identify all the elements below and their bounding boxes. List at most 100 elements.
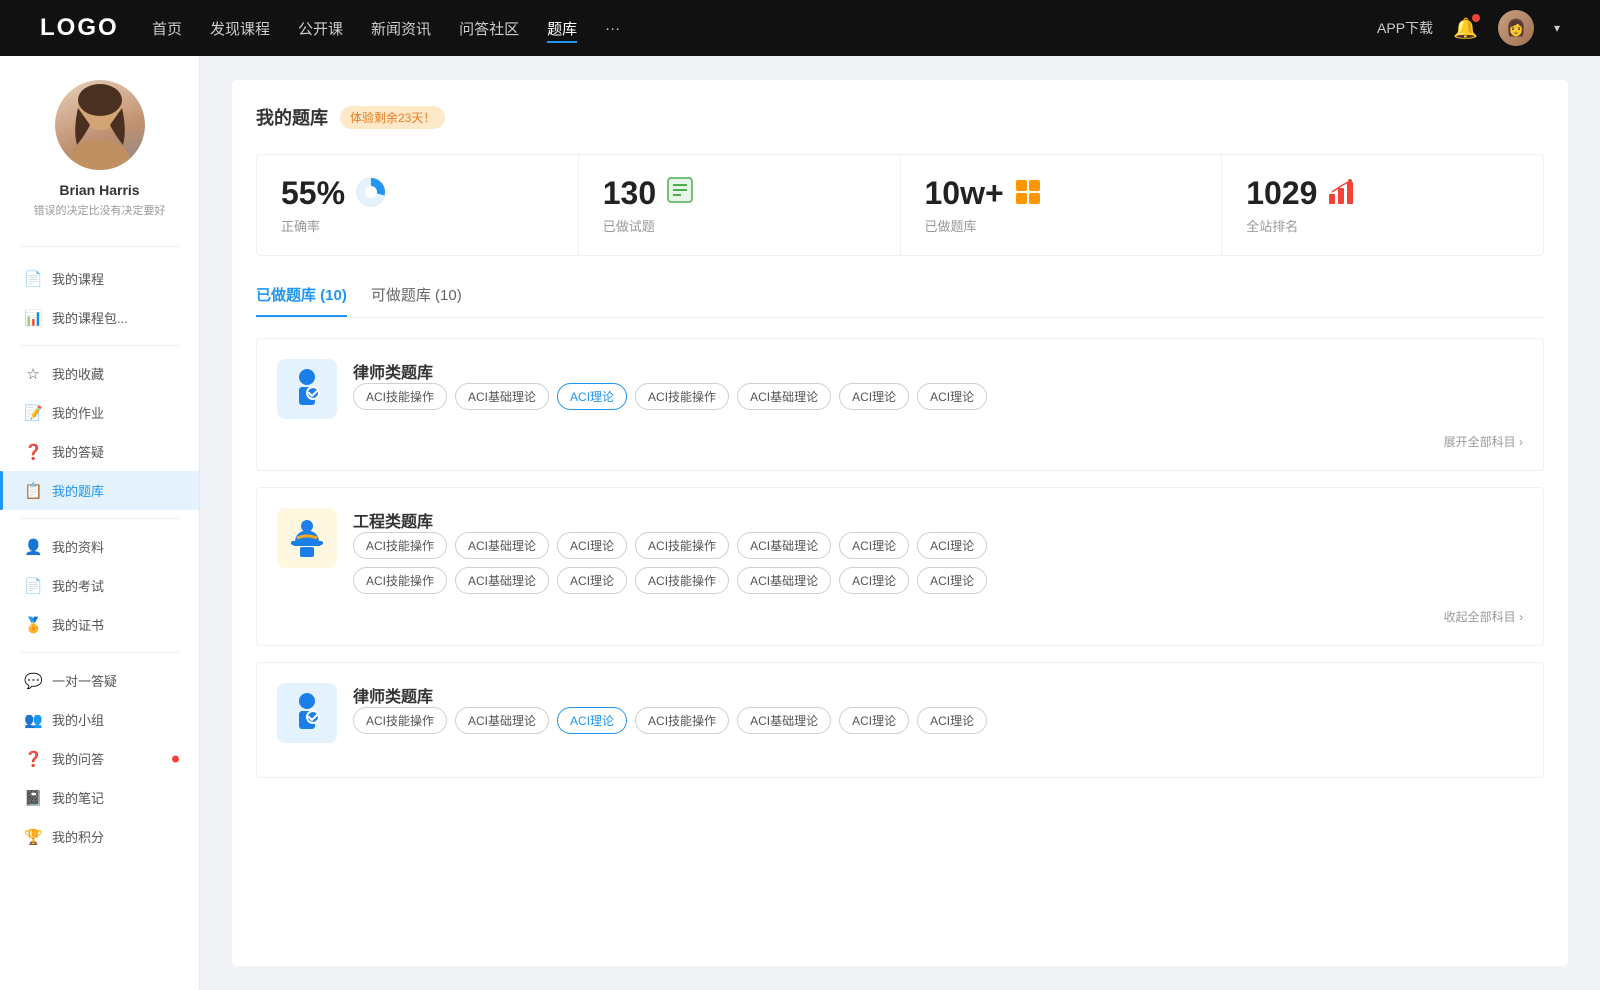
tag-2-r2-3[interactable]: ACI技能操作: [635, 567, 729, 594]
tag-1-4[interactable]: ACI基础理论: [737, 383, 831, 410]
tag-1-0[interactable]: ACI技能操作: [353, 383, 447, 410]
tag-2-r2-1[interactable]: ACI基础理论: [455, 567, 549, 594]
qbank-2-collapse-btn[interactable]: 收起全部科目 ›: [1444, 610, 1523, 624]
points-icon: 🏆: [24, 828, 42, 846]
tag-2-r2-0[interactable]: ACI技能操作: [353, 567, 447, 594]
tag-2-0[interactable]: ACI技能操作: [353, 532, 447, 559]
sidebar-item-favorites[interactable]: ☆ 我的收藏: [0, 354, 199, 393]
tag-2-2[interactable]: ACI理论: [557, 532, 627, 559]
stat-ranking-row: 1029: [1246, 175, 1519, 212]
stat-done-bank-icon: [1014, 178, 1042, 209]
favorites-icon: ☆: [24, 365, 42, 383]
qbank-section-3: 律师类题库 ACI技能操作 ACI基础理论 ACI理论 ACI技能操作 ACI基…: [256, 662, 1544, 778]
sidebar-item-points[interactable]: 🏆 我的积分: [0, 817, 199, 856]
sidebar-item-exam[interactable]: 📄 我的考试: [0, 566, 199, 605]
user-avatar[interactable]: 👩: [1498, 10, 1534, 46]
notes-icon: 📓: [24, 789, 42, 807]
sidebar-item-mycourse[interactable]: 📄 我的课程: [0, 259, 199, 298]
tag-1-1[interactable]: ACI基础理论: [455, 383, 549, 410]
tag-2-5[interactable]: ACI理论: [839, 532, 909, 559]
qbank-2-footer: 收起全部科目 ›: [277, 608, 1523, 625]
sidebar-item-group[interactable]: 👥 我的小组: [0, 700, 199, 739]
tag-1-2[interactable]: ACI理论: [557, 383, 627, 410]
qbank-2-tags-row1: ACI技能操作 ACI基础理论 ACI理论 ACI技能操作 ACI基础理论 AC…: [353, 532, 1523, 559]
main-content: 我的题库 体验剩余23天！ 55%: [200, 56, 1600, 990]
navbar-right: APP下载 🔔 👩 ▾: [1377, 10, 1560, 46]
stat-correctness-row: 55%: [281, 175, 554, 212]
tag-3-1[interactable]: ACI基础理论: [455, 707, 549, 734]
engineer-svg-icon: [283, 514, 331, 562]
sidebar-item-certificate[interactable]: 🏅 我的证书: [0, 605, 199, 644]
tag-2-r2-6[interactable]: ACI理论: [917, 567, 987, 594]
qbank-2-content: 工程类题库 ACI技能操作 ACI基础理论 ACI理论 ACI技能操作 ACI基…: [353, 508, 1523, 594]
1on1-label: 一对一答疑: [52, 671, 117, 690]
tag-1-5[interactable]: ACI理论: [839, 383, 909, 410]
nav-qa[interactable]: 问答社区: [459, 14, 519, 43]
group-label: 我的小组: [52, 710, 104, 729]
qbank-3-title: 律师类题库: [353, 683, 1523, 707]
qbank-1-tags: ACI技能操作 ACI基础理论 ACI理论 ACI技能操作 ACI基础理论 AC…: [353, 383, 1523, 410]
sidebar-item-qbank[interactable]: 📋 我的题库: [0, 471, 199, 510]
qbank-1-expand-btn[interactable]: 展开全部科目 ›: [1444, 435, 1523, 449]
nav-home[interactable]: 首页: [152, 14, 182, 43]
notification-bell[interactable]: 🔔: [1453, 16, 1478, 41]
trial-badge: 体验剩余23天！: [340, 106, 445, 129]
stat-done-q-label: 已做试题: [603, 216, 876, 235]
sidebar-item-myqa[interactable]: ❓ 我的问答: [0, 739, 199, 778]
sidebar-item-notes[interactable]: 📓 我的笔记: [0, 778, 199, 817]
tab-todo[interactable]: 可做题库 (10): [371, 284, 462, 317]
myqa-dot: [172, 755, 179, 762]
tag-2-r2-5[interactable]: ACI理论: [839, 567, 909, 594]
page-header: 我的题库 体验剩余23天！: [256, 104, 1544, 130]
tag-2-r2-4[interactable]: ACI基础理论: [737, 567, 831, 594]
tag-3-6[interactable]: ACI理论: [917, 707, 987, 734]
qbank-icon: 📋: [24, 482, 42, 500]
nav-more[interactable]: ···: [605, 16, 620, 41]
sidebar-divider-2: [20, 345, 179, 346]
tag-1-6[interactable]: ACI理论: [917, 383, 987, 410]
tag-3-3[interactable]: ACI技能操作: [635, 707, 729, 734]
qbank-label: 我的题库: [52, 481, 104, 500]
stat-done-q-row: 130: [603, 175, 876, 212]
nav-news[interactable]: 新闻资讯: [371, 14, 431, 43]
coursepack-icon: 📊: [24, 309, 42, 327]
qa-icon: ❓: [24, 443, 42, 461]
tag-2-4[interactable]: ACI基础理论: [737, 532, 831, 559]
nav-opencourse[interactable]: 公开课: [298, 14, 343, 43]
sidebar-profile: Brian Harris 错误的决定比没有决定要好: [0, 80, 199, 238]
stat-done-bank-label: 已做题库: [925, 216, 1198, 235]
sidebar-divider-3: [20, 518, 179, 519]
logo: LOGO: [40, 14, 120, 42]
sidebar-username: Brian Harris: [59, 182, 139, 198]
tag-3-4[interactable]: ACI基础理论: [737, 707, 831, 734]
tag-2-6[interactable]: ACI理论: [917, 532, 987, 559]
mycourse-icon: 📄: [24, 270, 42, 288]
stat-correctness-label: 正确率: [281, 216, 554, 235]
tag-2-3[interactable]: ACI技能操作: [635, 532, 729, 559]
sidebar-divider-1: [20, 246, 179, 247]
sidebar-item-homework[interactable]: 📝 我的作业: [0, 393, 199, 432]
layout: Brian Harris 错误的决定比没有决定要好 📄 我的课程 📊 我的课程包…: [0, 56, 1600, 990]
nav-qbank[interactable]: 题库: [547, 14, 577, 43]
user-menu-chevron[interactable]: ▾: [1554, 21, 1560, 35]
tab-done[interactable]: 已做题库 (10): [256, 284, 347, 317]
tag-3-2[interactable]: ACI理论: [557, 707, 627, 734]
app-download-link[interactable]: APP下载: [1377, 18, 1433, 38]
qa-label: 我的答疑: [52, 442, 104, 461]
qbank-3-icon: [277, 683, 337, 743]
exam-label: 我的考试: [52, 576, 104, 595]
tag-3-0[interactable]: ACI技能操作: [353, 707, 447, 734]
stat-correctness-value: 55%: [281, 175, 345, 212]
nav-discover[interactable]: 发现课程: [210, 14, 270, 43]
myqa-label: 我的问答: [52, 749, 104, 768]
profile-label: 我的资料: [52, 537, 104, 556]
sidebar-item-profile[interactable]: 👤 我的资料: [0, 527, 199, 566]
tag-2-r2-2[interactable]: ACI理论: [557, 567, 627, 594]
tag-2-1[interactable]: ACI基础理论: [455, 532, 549, 559]
sidebar-item-1on1[interactable]: 💬 一对一答疑: [0, 661, 199, 700]
qbank-1-content: 律师类题库 ACI技能操作 ACI基础理论 ACI理论 ACI技能操作 ACI基…: [353, 359, 1523, 410]
tag-1-3[interactable]: ACI技能操作: [635, 383, 729, 410]
tag-3-5[interactable]: ACI理论: [839, 707, 909, 734]
sidebar-item-qa[interactable]: ❓ 我的答疑: [0, 432, 199, 471]
sidebar-item-coursepack[interactable]: 📊 我的课程包...: [0, 298, 199, 337]
